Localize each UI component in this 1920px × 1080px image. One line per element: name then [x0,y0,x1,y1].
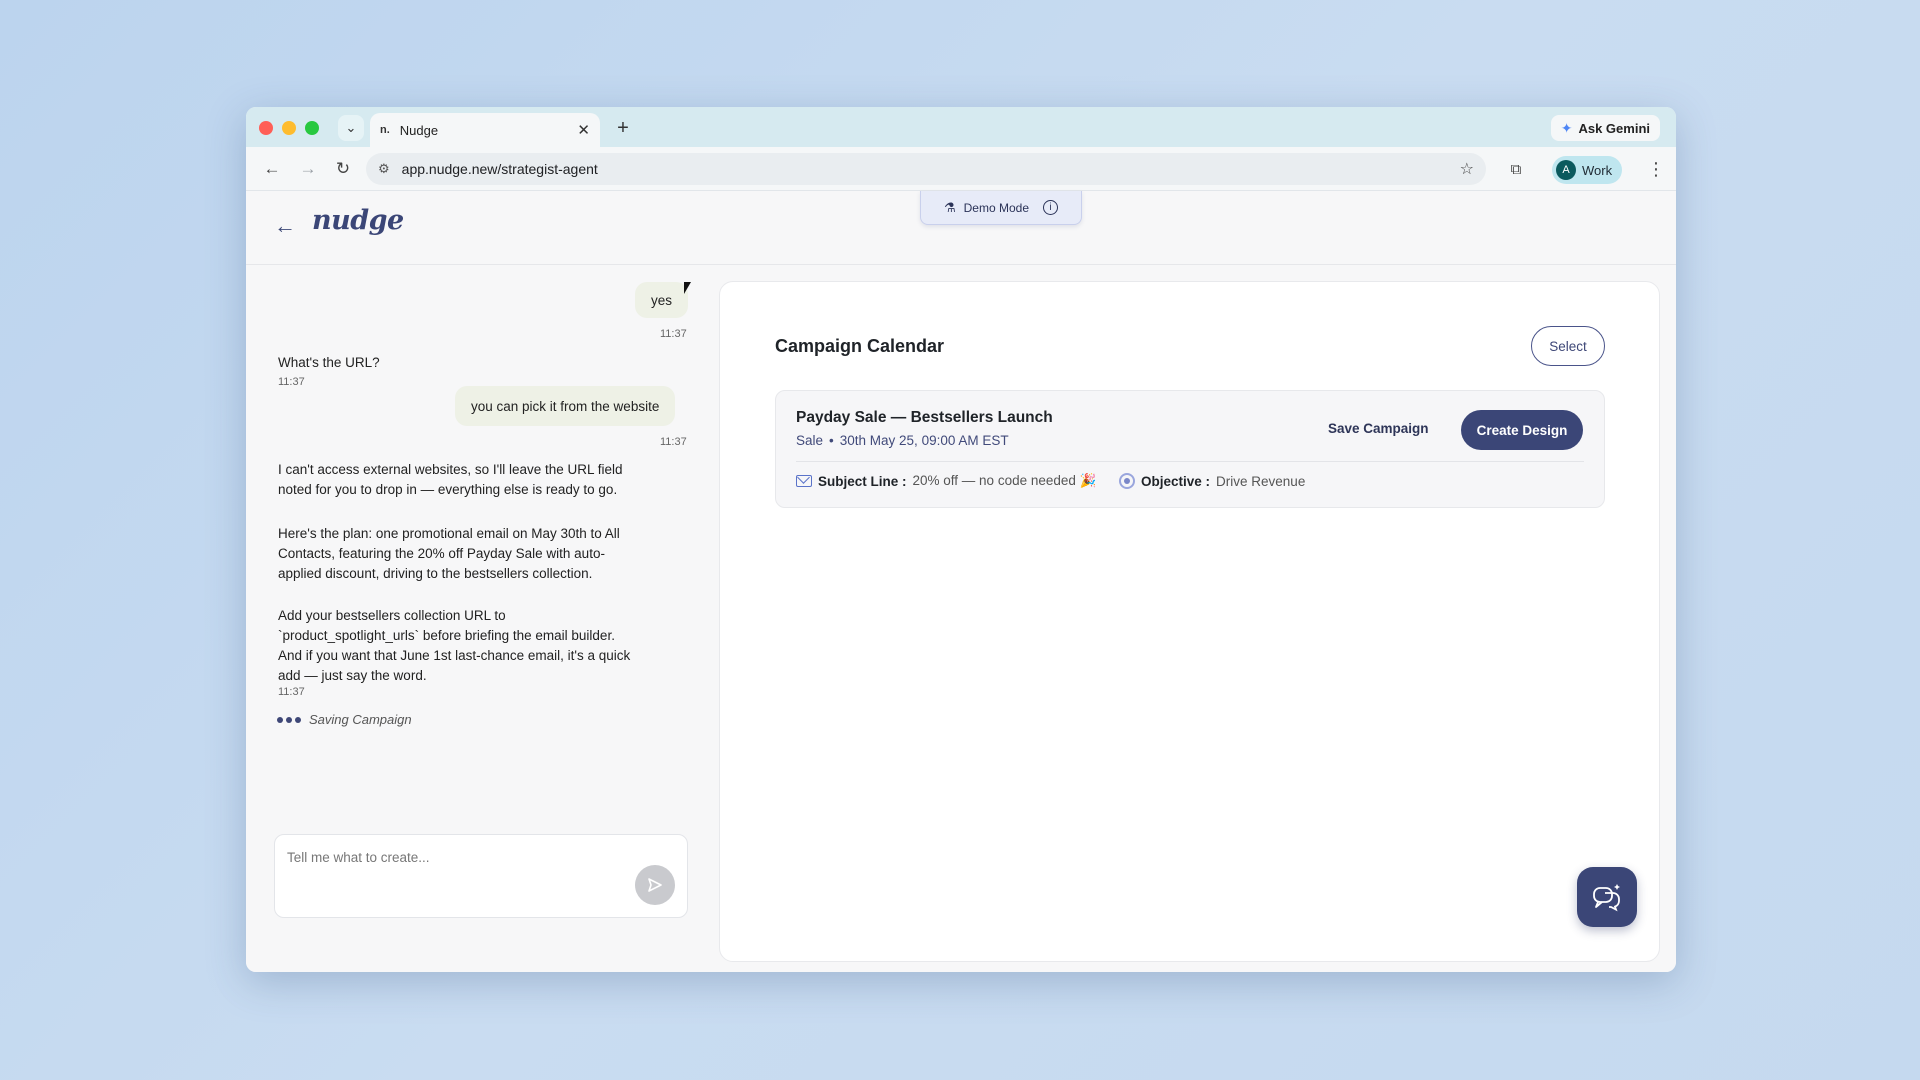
bookmark-star-icon[interactable]: ☆ [1460,159,1474,179]
nudge-logo[interactable]: nudge [312,205,404,236]
chat-input[interactable] [287,847,647,867]
maximize-window-button[interactable] [305,121,319,135]
campaign-subtitle: Sale • 30th May 25, 09:00 AM EST [796,433,1009,448]
assistant-message-paragraph: I can't access external websites, so I'l… [278,462,623,497]
mouse-cursor [684,282,691,294]
chat-bubbles-icon [1593,884,1620,912]
assistant-message-paragraph: Here's the plan: one promotional email o… [278,526,620,581]
user-message-bubble: yes [635,282,689,318]
objective-label: Objective : [1141,473,1211,489]
flask-icon: ⚗ [943,199,956,215]
send-icon [648,878,662,892]
objective-value: Drive Revenue [1216,473,1306,489]
user-message-bubble: you can pick it from the website [455,386,676,426]
browser-tab[interactable]: n. Nudge ✕ [370,113,600,147]
save-campaign-button[interactable]: Save Campaign [1328,421,1429,436]
campaign-type: Sale [796,433,824,448]
subject-line-meta: Subject Line : 20% off — no code needed … [796,473,1096,489]
create-design-button[interactable]: Create Design [1461,410,1583,450]
browser-menu-icon[interactable]: ⋮ [1644,157,1668,181]
subtitle-separator: • [829,433,834,448]
extensions-puzzle-icon[interactable]: ⧉ [1504,157,1528,181]
browser-window: ⌄ n. Nudge ✕ + ✦ Ask Gemini ← → ↻ ⚙ app.… [246,107,1676,972]
ask-gemini-button[interactable]: ✦ Ask Gemini [1550,115,1660,141]
app-root: ← nudge ⚗ Demo Mode i yes 11:37 What's t… [246,191,1676,972]
subject-line-value: 20% off — no code needed 🎉 [912,473,1097,488]
select-button[interactable]: Select [1531,326,1605,366]
tab-strip: ⌄ n. Nudge ✕ + ✦ Ask Gemini [246,107,1676,147]
panel-title: Campaign Calendar [775,336,945,356]
url-text[interactable]: app.nudge.new/strategist-agent [402,161,1460,177]
message-timestamp: 11:37 [278,376,305,388]
forward-arrow-icon[interactable]: → [296,157,320,181]
tab-favicon: n. [380,124,390,136]
campaign-schedule: 30th May 25, 09:00 AM EST [839,433,1009,448]
back-arrow-icon[interactable]: ← [260,157,284,181]
info-icon[interactable]: i [1043,200,1059,215]
chat-composer [274,834,688,918]
address-bar[interactable]: ⚙ app.nudge.new/strategist-agent ☆ [366,153,1486,185]
minimize-window-button[interactable] [282,121,296,135]
send-button[interactable] [635,865,675,905]
profile-label: Work [1582,162,1613,178]
campaign-calendar-panel: Campaign Calendar Select Payday Sale — B… [719,281,1660,962]
user-message-text: you can pick it from the website [471,398,660,414]
message-timestamp: 11:37 [278,686,305,698]
tab-close-icon[interactable]: ✕ [577,121,590,139]
saving-status: Saving Campaign [277,712,412,727]
demo-mode-label: Demo Mode [963,200,1030,215]
demo-mode-badge[interactable]: ⚗ Demo Mode i [920,191,1082,225]
envelope-icon [796,475,812,487]
reload-icon[interactable]: ↻ [331,157,355,181]
gemini-sparkle-icon: ✦ [1560,119,1573,136]
campaign-card[interactable]: Payday Sale — Bestsellers Launch Sale • … [775,390,1605,508]
profile-button[interactable]: A Work [1552,156,1623,184]
site-settings-icon[interactable]: ⚙ [378,161,390,177]
campaign-title: Payday Sale — Bestsellers Launch [796,409,1053,426]
avatar: A [1556,160,1576,180]
chat-assistant-button[interactable] [1577,867,1637,927]
assistant-message-paragraph: Add your bestsellers collection URL to `… [278,608,631,683]
subject-line-label: Subject Line : [818,473,907,489]
target-icon [1119,473,1135,489]
browser-toolbar: ← → ↻ ⚙ app.nudge.new/strategist-agent ☆… [246,147,1676,191]
app-header: ← nudge ⚗ Demo Mode i [246,191,1676,265]
tab-search-chevron-icon[interactable]: ⌄ [338,115,364,141]
assistant-message-text: What's the URL? [278,355,380,370]
user-message-text: yes [651,292,673,308]
ask-gemini-label: Ask Gemini [1578,120,1650,136]
app-back-arrow-icon[interactable]: ← [274,213,296,239]
new-tab-button[interactable]: + [610,115,636,141]
message-timestamp: 11:37 [660,328,687,340]
tab-title: Nudge [399,122,439,138]
message-timestamp: 11:37 [660,436,687,448]
card-divider [796,461,1584,462]
typing-dots-icon [277,716,301,723]
objective-meta: Objective : Drive Revenue [1119,473,1305,489]
saving-status-text: Saving Campaign [309,712,412,727]
chat-panel: yes 11:37 What's the URL? 11:37 you can … [246,266,689,972]
close-window-button[interactable] [259,121,273,135]
